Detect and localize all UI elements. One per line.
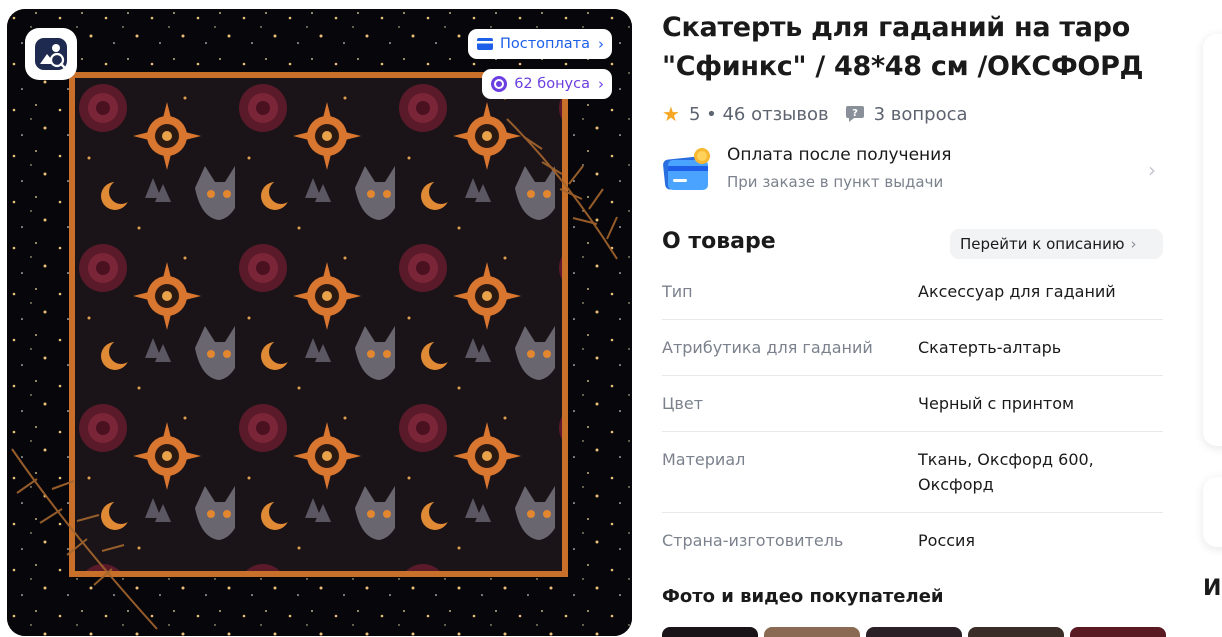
payment-after-delivery[interactable]: Оплата после получения При заказе в пунк…	[662, 142, 1162, 198]
postpay-label: Постоплата	[499, 36, 590, 52]
card-icon	[476, 38, 493, 50]
customer-media-thumbnails	[662, 627, 1166, 637]
spec-key: Атрибутика для гаданий	[662, 338, 873, 357]
chevron-right-icon: ›	[598, 75, 604, 93]
rating-value: 5	[688, 103, 701, 125]
payment-cards-icon	[663, 148, 710, 190]
search-similar-icon	[35, 38, 67, 70]
chevron-right-icon: ›	[1130, 235, 1137, 253]
customer-photo-thumbnail[interactable]	[866, 627, 962, 637]
spec-value: Черный с принтом	[918, 394, 1075, 413]
spec-value: Скатерть-алтарь	[918, 338, 1062, 357]
reviews-link[interactable]: • 46 отзывов	[706, 104, 828, 125]
product-image[interactable]: Постоплата › 62 бонуса ›	[7, 9, 632, 636]
specs-table: Тип Аксессуар для гаданий Атрибутика для…	[662, 264, 1163, 569]
tablecloth-photo	[7, 9, 632, 636]
spec-row: Цвет Черный с принтом	[662, 376, 1163, 432]
go-to-description-label: Перейти к описанию	[960, 235, 1125, 253]
bonus-coin-icon	[491, 76, 508, 92]
question-icon: ?	[845, 105, 865, 123]
price-card	[1203, 34, 1222, 446]
payment-title: Оплата после получения	[727, 145, 952, 165]
star-icon: ★	[662, 102, 680, 126]
spec-key: Тип	[662, 282, 693, 301]
spec-row: Тип Аксессуар для гаданий	[662, 264, 1163, 320]
spec-value: Аксессуар для гаданий	[918, 282, 1116, 301]
about-title: О товаре	[662, 229, 776, 254]
customer-photo-thumbnail[interactable]	[1070, 627, 1166, 637]
go-to-description-button[interactable]: Перейти к описанию ›	[950, 229, 1163, 259]
svg-text:?: ?	[852, 108, 858, 119]
payment-subtitle: При заказе в пункт выдачи	[727, 173, 944, 191]
chevron-right-icon: ›	[1148, 158, 1156, 182]
customer-photo-thumbnail[interactable]	[968, 627, 1064, 637]
postpay-badge[interactable]: Постоплата ›	[467, 29, 612, 59]
spec-value: Ткань, Оксфорд 600, Оксфорд	[918, 450, 1094, 494]
bonus-label: 62 бонуса	[514, 76, 590, 92]
rating-row: ★ 5 • 46 отзывов ? 3 вопроса	[662, 100, 968, 128]
spec-key: Цвет	[662, 394, 704, 413]
spec-row: Страна-изготовитель Россия	[662, 513, 1163, 569]
customer-media-title: Фото и видео покупателей	[662, 586, 944, 607]
spec-key: Материал	[662, 450, 746, 469]
spec-key: Страна-изготовитель	[662, 531, 844, 550]
bonus-badge[interactable]: 62 бонуса ›	[482, 69, 612, 99]
spec-row: Материал Ткань, Оксфорд 600, Оксфорд	[662, 432, 1163, 513]
search-similar-button[interactable]	[25, 28, 77, 80]
side-card	[1203, 477, 1222, 547]
customer-photo-thumbnail[interactable]	[764, 627, 860, 637]
side-heading: И	[1203, 576, 1222, 601]
questions-link[interactable]: 3 вопроса	[874, 104, 968, 125]
spec-row: Атрибутика для гаданий Скатерть-алтарь	[662, 320, 1163, 376]
chevron-right-icon: ›	[598, 35, 604, 53]
product-title: Скатерть для гаданий на таро "Сфинкс" / …	[662, 12, 1144, 82]
customer-photo-thumbnail[interactable]	[662, 627, 758, 637]
spec-value: Россия	[918, 531, 976, 550]
